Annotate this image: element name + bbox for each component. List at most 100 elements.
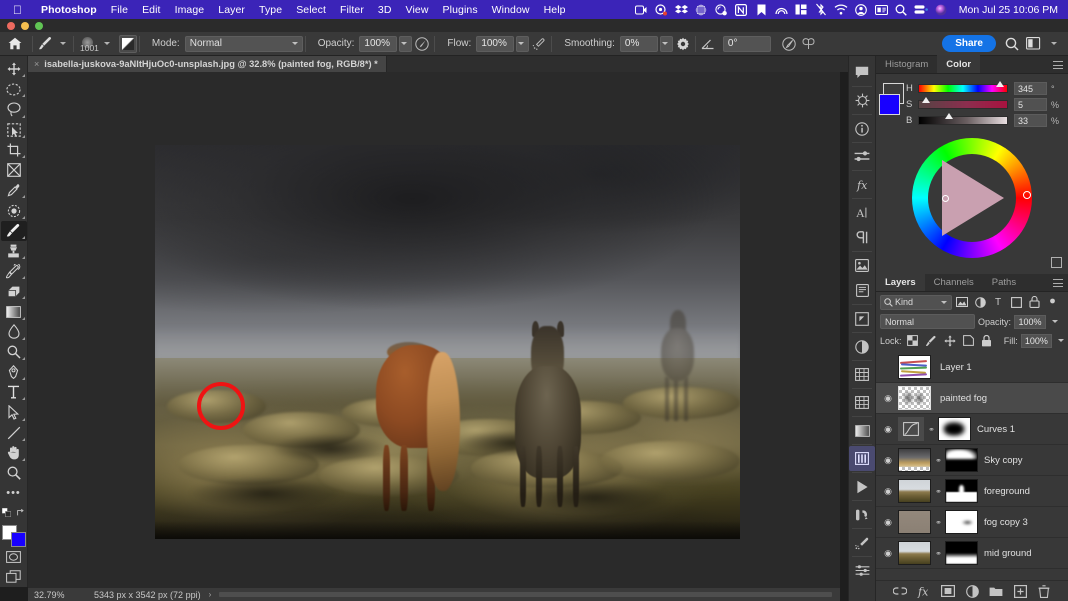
layer-filter-kind-select[interactable]: Kind [880,294,952,310]
smart-object-filter-icon[interactable] [1026,294,1042,310]
adjustments-icon[interactable] [849,144,875,169]
menu-bar-clock[interactable]: Mon Jul 25 10:06 PM [952,4,1061,16]
tab-paths[interactable]: Paths [983,273,1025,291]
layer-thumbnail[interactable] [898,541,931,565]
add-mask-icon[interactable] [941,584,955,598]
move-tool[interactable] [1,59,27,79]
gear-icon[interactable] [673,33,693,55]
tab-channels[interactable]: Channels [925,273,983,291]
frame-tool[interactable] [1,160,27,180]
lock-transparency-icon[interactable] [905,333,921,349]
notion-icon[interactable] [732,2,751,17]
layer-blend-mode-select[interactable]: Normal [880,314,975,329]
menu-photoshop[interactable]: Photoshop [34,4,104,16]
lock-artboard-icon[interactable] [960,333,976,349]
new-adjustment-icon[interactable] [965,584,979,598]
flow-dropdown[interactable] [516,35,530,52]
layer-mask-thumbnail[interactable] [945,510,978,534]
display-icon[interactable] [872,2,891,17]
brush-size-control[interactable]: 1001 [76,34,99,53]
opacity-dropdown[interactable] [399,35,413,52]
table-row[interactable]: ◉ ⚭ Sky copy [876,445,1068,476]
discover-icon[interactable] [849,88,875,113]
status-menu-arrow[interactable]: › [209,590,212,599]
layer-thumbnail[interactable] [898,479,931,503]
pressure-opacity-icon[interactable] [412,33,432,55]
menu-filter[interactable]: Filter [333,4,371,16]
saturation-value-input[interactable]: 5 [1014,98,1047,111]
color-wheel[interactable] [912,138,1032,258]
type-tool[interactable] [1,382,27,402]
screen-record-icon[interactable] [632,2,651,17]
document-canvas[interactable] [155,145,740,539]
swap-colors-icon[interactable] [16,504,25,522]
layer-mask-thumbnail[interactable] [945,541,978,565]
add-fx-icon[interactable]: fx [917,584,931,598]
new-layer-icon[interactable] [1013,584,1027,598]
layer-name[interactable]: Layer 1 [940,362,972,373]
marquee-tool[interactable] [1,79,27,99]
tab-color[interactable]: Color [937,55,981,73]
canvas-area[interactable] [28,72,840,587]
color-wheel-sv-marker[interactable] [942,195,949,202]
grammarly-icon[interactable] [692,2,711,17]
clone-stamp-tool[interactable] [1,241,27,261]
blur-tool[interactable] [1,322,27,342]
layer-name[interactable]: Curves 1 [977,424,1015,435]
timeline-play-icon[interactable] [849,474,875,499]
object-selection-tool[interactable] [1,120,27,140]
apple-icon[interactable]:  [13,4,22,16]
adjustment-filter-icon[interactable] [972,294,988,310]
table-row[interactable]: ◉ ⚭ mid ground [876,538,1068,569]
hue-slider-knob[interactable] [996,81,1005,87]
hue-slider[interactable] [918,81,1008,93]
mask-link-icon[interactable]: ⚭ [927,425,936,434]
adjustments-circle-icon[interactable] [849,334,875,359]
menu-plugins[interactable]: Plugins [436,4,485,16]
table-row[interactable]: ◉ ⚭ Curves 1 [876,414,1068,445]
patterns-icon[interactable] [849,362,875,387]
workspace-caret-icon[interactable] [1051,42,1057,45]
layer-name[interactable]: mid ground [984,548,1032,559]
menu-window[interactable]: Window [485,4,537,16]
saturation-slider-knob[interactable] [921,97,930,103]
layer-visibility-toggle[interactable]: ◉ [878,424,898,435]
new-group-icon[interactable] [989,584,1003,598]
layer-visibility-toggle[interactable]: ◉ [878,548,898,559]
brightness-slider[interactable] [918,113,1008,125]
layer-thumbnail[interactable] [898,386,931,410]
healing-brush-tool[interactable] [1,200,27,220]
layer-visibility-toggle[interactable]: ◉ [878,455,898,466]
notes-icon[interactable] [849,278,875,303]
smoothing-input[interactable]: 0% [619,35,658,52]
lock-image-icon[interactable] [923,333,939,349]
bookmark-icon[interactable] [752,2,771,17]
brush-preset-icon[interactable] [118,34,137,53]
menu-type[interactable]: Type [252,4,289,16]
panel-menu-icon[interactable] [1053,279,1063,287]
layer-name[interactable]: foreground [984,486,1030,497]
brush-picker-caret[interactable] [103,42,110,45]
dropbox-icon[interactable] [672,2,691,17]
status-scroll-bar[interactable] [219,592,832,597]
hue-value-input[interactable]: 345 [1014,82,1047,95]
menu-view[interactable]: View [399,4,436,16]
tool-presets-icon[interactable] [849,558,875,583]
background-color-swatch[interactable] [10,531,26,547]
control-center-icon[interactable] [912,2,931,17]
minimize-button[interactable] [21,22,29,30]
camera-badge-icon[interactable] [712,2,731,17]
layer-name[interactable]: Sky copy [984,455,1023,466]
eraser-tool[interactable] [1,281,27,301]
layer-visibility-toggle[interactable]: ◉ [878,393,898,404]
layer-thumbnail[interactable] [898,510,931,534]
layer-list[interactable]: Layer 1 ◉ painted fog ◉ ⚭ Curves 1 ◉ ⚭ S… [876,352,1068,580]
smoothing-dropdown[interactable] [659,35,673,52]
screen-mode-button[interactable] [1,567,27,587]
panel-menu-icon[interactable] [1053,61,1063,69]
layer-opacity-input[interactable]: 100% [1014,314,1047,329]
table-row[interactable]: Layer 1 [876,352,1068,383]
rainbow-icon[interactable] [772,2,791,17]
shape-tool[interactable] [1,423,27,443]
crop-tool[interactable] [1,140,27,160]
